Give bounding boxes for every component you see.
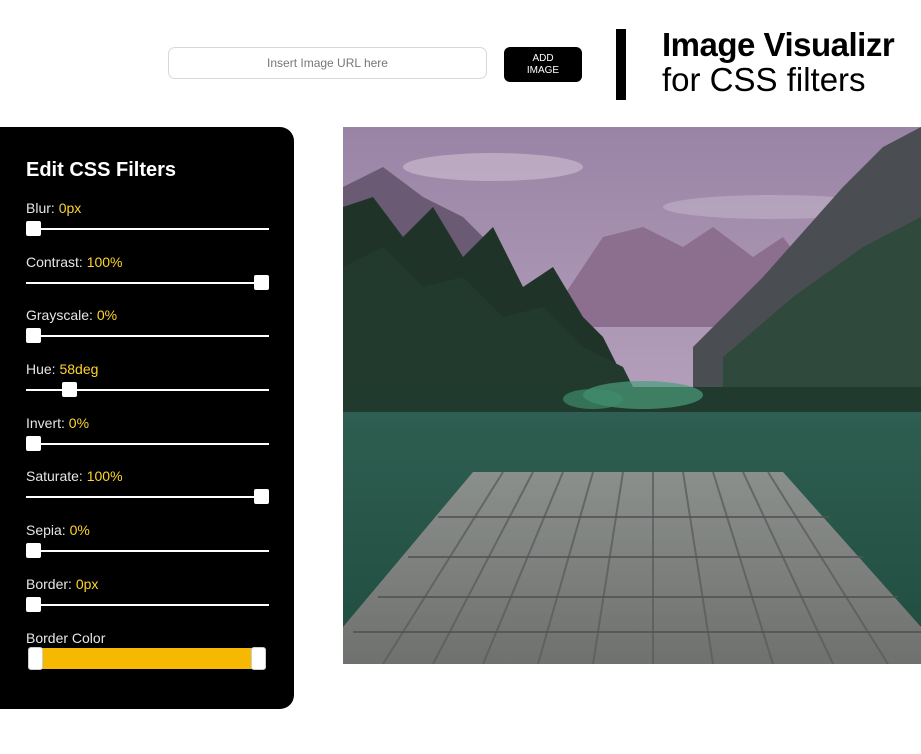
filter-name: Blur:: [26, 200, 55, 216]
slider-thumb[interactable]: [254, 489, 269, 504]
color-picker-left-handle[interactable]: [28, 647, 43, 670]
image-preview: [343, 127, 921, 664]
border-color-label: Border Color: [26, 630, 106, 646]
filter-label: Border: 0px: [26, 576, 269, 594]
filter-label: Blur: 0px: [26, 200, 269, 218]
filter-value: 58deg: [59, 361, 99, 377]
slider-thumb[interactable]: [254, 275, 269, 290]
filter-grayscale: Grayscale: 0%: [26, 307, 269, 361]
slider-track[interactable]: [26, 335, 269, 337]
filter-value: 0px: [58, 200, 82, 216]
border-color-picker[interactable]: [28, 647, 266, 670]
app-subtitle: for CSS filters: [662, 61, 866, 98]
slider-track[interactable]: [26, 550, 269, 552]
filter-name: Sepia:: [26, 522, 66, 538]
slider-thumb[interactable]: [26, 543, 41, 558]
slider-track[interactable]: [26, 604, 269, 606]
add-image-button[interactable]: ADD IMAGE: [504, 47, 582, 82]
lake-dock-photo: [343, 127, 921, 664]
title-accent-bar: [616, 29, 626, 100]
filter-label: Grayscale: 0%: [26, 307, 269, 325]
slider-track[interactable]: [26, 282, 269, 284]
slider-thumb[interactable]: [26, 221, 41, 236]
filter-name: Contrast:: [26, 254, 83, 270]
filter-name: Hue:: [26, 361, 56, 377]
color-picker-right-handle[interactable]: [251, 647, 266, 670]
filter-name: Saturate:: [26, 468, 83, 484]
filter-label: Invert: 0%: [26, 415, 269, 433]
filter-value: 100%: [86, 254, 123, 270]
filter-border: Border: 0px: [26, 576, 269, 630]
filter-value: 100%: [86, 468, 123, 484]
slider-thumb[interactable]: [26, 597, 41, 612]
filter-name: Grayscale:: [26, 307, 93, 323]
filter-name: Invert:: [26, 415, 65, 431]
panel-title: Edit CSS Filters: [26, 159, 177, 181]
filter-contrast: Contrast: 100%: [26, 254, 269, 308]
filter-value: 0px: [75, 576, 99, 592]
filters-panel: Edit CSS Filters Blur: 0px Contrast: 100…: [0, 127, 294, 709]
filter-invert: Invert: 0%: [26, 415, 269, 469]
slider-track[interactable]: [26, 496, 269, 498]
slider-thumb[interactable]: [26, 436, 41, 451]
filter-blur: Blur: 0px: [26, 200, 269, 254]
slider-track[interactable]: [26, 443, 269, 445]
filter-sepia: Sepia: 0%: [26, 522, 269, 576]
filter-hue: Hue: 58deg: [26, 361, 269, 415]
slider-track[interactable]: [26, 228, 269, 230]
add-image-button-label: ADD IMAGE: [526, 52, 560, 76]
app-title: Image Visualizr: [662, 26, 895, 63]
filter-label: Contrast: 100%: [26, 254, 269, 272]
filter-label: Sepia: 0%: [26, 522, 269, 540]
filter-label: Hue: 58deg: [26, 361, 269, 379]
filter-label: Saturate: 100%: [26, 468, 269, 486]
filter-value: 0%: [68, 415, 90, 431]
filter-name: Border:: [26, 576, 72, 592]
slider-thumb[interactable]: [26, 328, 41, 343]
filter-value: 0%: [96, 307, 118, 323]
filter-value: 0%: [69, 522, 90, 538]
slider-thumb[interactable]: [62, 382, 77, 397]
image-url-input[interactable]: [168, 47, 487, 79]
filter-saturate: Saturate: 100%: [26, 468, 269, 522]
